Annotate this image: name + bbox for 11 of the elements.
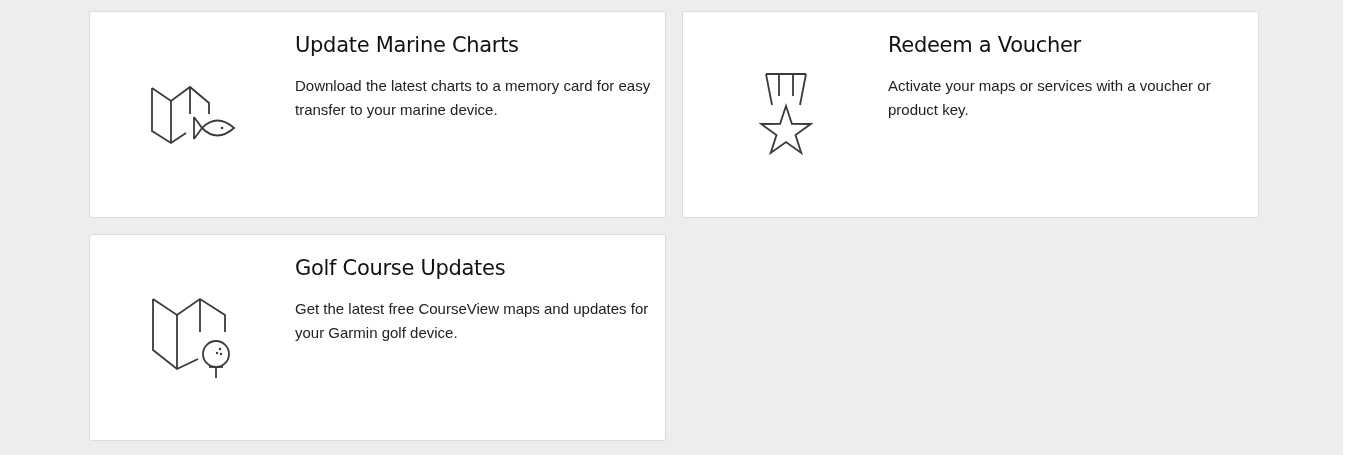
medal-icon (758, 71, 813, 158)
card-title[interactable]: Redeem a Voucher (888, 30, 1248, 60)
card-background[interactable]: Redeem a Voucher Activate your maps or services with a voucher or product key. (682, 11, 1259, 218)
card-description: Download the latest charts to a memory card for easy transfer to your marine device. (295, 76, 652, 120)
card-description: Activate your maps or services with a voucher or product key. (888, 76, 1212, 120)
card-title[interactable]: Update Marine Charts (295, 30, 655, 60)
card-background[interactable]: Update Marine Charts Download the latest charts to a memory card for easy transfer to your marine device. (89, 11, 666, 218)
map-fish-icon (148, 83, 237, 146)
card-description: Get the latest free CourseView maps and updates for your Garmin golf device. (295, 299, 650, 343)
card-background[interactable]: Golf Course Updates Get the latest free CourseView maps and updates for your Garmin golf device. (89, 234, 666, 441)
card-title[interactable]: Golf Course Updates (295, 253, 655, 283)
